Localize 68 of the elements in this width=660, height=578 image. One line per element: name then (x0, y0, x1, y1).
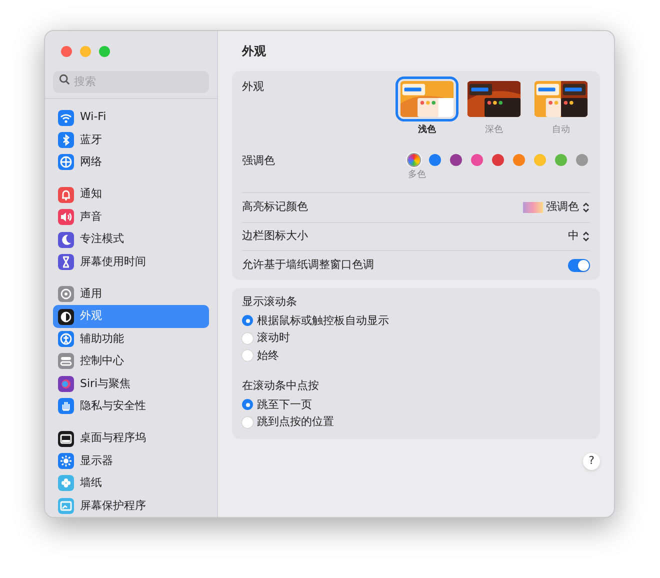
sidebar-item[interactable]: 墙纸 (53, 472, 209, 495)
hand-icon (58, 398, 74, 414)
window-title: 外观 (240, 43, 267, 60)
setting-label: 强调色 (242, 153, 275, 169)
sidebar-item[interactable]: 通用 (53, 283, 209, 306)
setting-label: 允许基于墙纸调整窗口色调 (242, 257, 374, 274)
sidebar-item[interactable]: 蓝牙 (53, 128, 209, 152)
globe-icon (58, 154, 74, 170)
person-icon (58, 331, 74, 348)
sidebar-item[interactable]: 屏幕使用时间 (53, 250, 209, 274)
sidebar-item[interactable]: 显示器 (53, 450, 209, 472)
radio-button[interactable] (242, 332, 253, 344)
radio-label: 根据鼠标或触控板自动显示 (257, 312, 389, 328)
highlight-color-popup[interactable]: 强调色 (523, 199, 590, 216)
theme-label: 自动 (552, 124, 570, 137)
sidebar-item[interactable]: 辅助功能 (53, 328, 209, 350)
sun-icon (58, 453, 74, 470)
sidebar-item[interactable]: 声音 (53, 206, 209, 228)
sidebar-item[interactable]: 控制中心 (53, 350, 209, 373)
flower-icon (58, 475, 74, 492)
half-circle-icon (58, 308, 74, 325)
theme-label: 浅色 (418, 124, 436, 137)
orb-icon (58, 376, 74, 392)
moon-icon (58, 232, 74, 248)
auto-theme-thumbnail[interactable] (532, 79, 590, 119)
sidebar-item[interactable]: Siri与聚焦 (53, 372, 209, 396)
help-button[interactable]: ? (583, 452, 600, 470)
gear-icon (58, 286, 74, 302)
radio-button[interactable] (242, 315, 253, 326)
sidebar-item[interactable]: 网络 (53, 151, 209, 174)
hourglass-icon (58, 254, 74, 270)
sidebar-item[interactable]: 通知 (53, 184, 209, 206)
radio-button[interactable] (242, 416, 253, 428)
color-swatch (523, 202, 543, 213)
sidebar-item[interactable]: 专注模式 (53, 228, 209, 251)
wifi-icon (58, 110, 74, 126)
zoom-button[interactable] (99, 46, 110, 57)
search-icon (59, 74, 70, 85)
theme-label: 深色 (485, 124, 503, 137)
radio-label: 滚动时 (257, 330, 290, 346)
radio-label: 跳至下一页 (257, 396, 312, 412)
stepper-icon (582, 202, 590, 213)
dark-theme-thumbnail[interactable] (465, 79, 523, 119)
setting-label: 外观 (242, 79, 264, 95)
setting-label: 边栏图标大小 (242, 228, 308, 244)
bell-icon (58, 186, 74, 203)
group-heading: 在滚动条中点按 (242, 378, 320, 394)
light-theme-thumbnail[interactable] (398, 79, 456, 119)
radio-label: 跳到点按的位置 (257, 414, 334, 430)
speaker-icon (58, 209, 74, 226)
group-heading: 显示滚动条 (242, 294, 298, 310)
accent-name: 多色 (408, 168, 427, 182)
sidebar-item[interactable]: 隐私与安全性 (53, 395, 209, 418)
stepper-icon (582, 231, 590, 242)
bluetooth-icon (58, 132, 74, 148)
switches-icon (58, 353, 74, 370)
radio-button[interactable] (242, 350, 253, 362)
sidebar-item[interactable]: 桌面与程序坞 (53, 427, 209, 450)
radio-label: 始终 (257, 348, 279, 364)
radio-button[interactable] (242, 399, 253, 410)
toggle-switch[interactable] (568, 259, 590, 272)
screen-icon (58, 498, 74, 514)
dock-icon (58, 430, 74, 447)
sidebar-item[interactable]: 屏幕保护程序 (53, 494, 209, 517)
setting-label: 高亮标记颜色 (242, 199, 308, 216)
close-button[interactable] (61, 46, 72, 57)
icon-size-popup[interactable]: 中 (568, 228, 590, 245)
sidebar-item[interactable]: Wi-Fi (53, 106, 209, 129)
